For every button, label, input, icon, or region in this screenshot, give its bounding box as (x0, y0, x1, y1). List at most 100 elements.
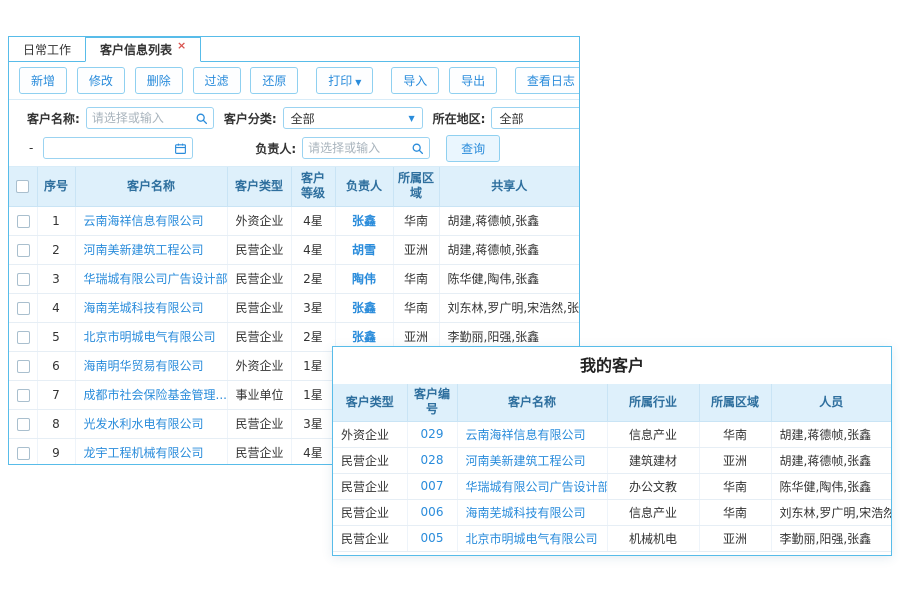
cell-shared: 刘东林,罗广明,宋浩然,张鑫 (439, 293, 579, 322)
cell-code: 005 (407, 525, 457, 551)
search-icon[interactable] (411, 142, 424, 155)
customer-code-link[interactable]: 029 (421, 427, 444, 441)
customer-name-link[interactable]: 龙宇工程机械有限公司 (84, 446, 204, 460)
table-row[interactable]: 外资企业 029 云南海祥信息有限公司 信息产业 华南 胡建,蒋德帧,张鑫 (333, 421, 891, 447)
cell-owner: 张鑫 (335, 206, 393, 235)
col-customer-type[interactable]: 客户类型 (333, 384, 407, 421)
calendar-icon[interactable] (174, 142, 187, 155)
customer-name-link[interactable]: 北京市明城电气有限公司 (84, 330, 216, 344)
col-people[interactable]: 人员 (771, 384, 891, 421)
table-row[interactable]: 民营企业 005 北京市明城电气有限公司 机械机电 亚洲 李勤丽,阳强,张鑫 (333, 525, 891, 551)
table-row[interactable]: 民营企业 006 海南芜城科技有限公司 信息产业 华南 刘东林,罗广明,宋浩然.… (333, 499, 891, 525)
cell-name: 云南海祥信息有限公司 (457, 421, 607, 447)
owner-link[interactable]: 胡雪 (352, 243, 376, 257)
export-button[interactable]: 导出 (449, 67, 497, 94)
cell-name: 华瑞城有限公司广告设计部 (75, 264, 227, 293)
close-icon[interactable]: × (177, 39, 186, 52)
owner-input-wrap (302, 137, 430, 159)
customer-category-select[interactable]: 全部 ▼ (283, 107, 423, 129)
customer-code-link[interactable]: 005 (421, 531, 444, 545)
table-row[interactable]: 民营企业 007 华瑞城有限公司广告设计部 办公文教 华南 陈华健,陶伟,张鑫 (333, 473, 891, 499)
cell-code: 029 (407, 421, 457, 447)
cell-shared: 陈华健,陶伟,张鑫 (439, 264, 579, 293)
customer-name-link[interactable]: 海南芜城科技有限公司 (84, 301, 204, 315)
customer-name-link[interactable]: 华瑞城有限公司广告设计部 (466, 480, 608, 494)
restore-button[interactable]: 还原 (250, 67, 298, 94)
cell-code: 028 (407, 447, 457, 473)
edit-button[interactable]: 修改 (77, 67, 125, 94)
filter-button[interactable]: 过滤 (193, 67, 241, 94)
row-checkbox[interactable] (17, 418, 30, 431)
customer-code-link[interactable]: 006 (421, 505, 444, 519)
col-owner[interactable]: 负责人 (335, 167, 393, 206)
col-customer-level[interactable]: 客户等级 (291, 167, 335, 206)
table-row[interactable]: 3 华瑞城有限公司广告设计部 民营企业 2星 陶伟 华南 陈华健,陶伟,张鑫 (9, 264, 579, 293)
row-checkbox[interactable] (17, 360, 30, 373)
customer-name-link[interactable]: 河南美新建筑工程公司 (84, 243, 204, 257)
row-checkbox[interactable] (17, 273, 30, 286)
view-log-button[interactable]: 查看日志 (515, 67, 580, 94)
customer-code-link[interactable]: 007 (421, 479, 444, 493)
customer-name-link[interactable]: 华瑞城有限公司广告设计部 (84, 272, 228, 286)
crm-page: 日常工作 客户信息列表 × 新增 修改 删除 过滤 还原 打印▼ 导入 导出 查… (0, 0, 900, 600)
owner-link[interactable]: 张鑫 (352, 301, 376, 315)
cell-code: 006 (407, 499, 457, 525)
table-row[interactable]: 1 云南海祥信息有限公司 外资企业 4星 张鑫 华南 胡建,蒋德帧,张鑫 (9, 206, 579, 235)
cell-level: 4星 (291, 438, 335, 465)
cell-industry: 信息产业 (607, 421, 699, 447)
col-region[interactable]: 所属区域 (699, 384, 771, 421)
table-row[interactable]: 2 河南美新建筑工程公司 民营企业 4星 胡雪 亚洲 胡建,蒋德帧,张鑫 (9, 235, 579, 264)
table-row[interactable]: 民营企业 028 河南美新建筑工程公司 建筑建材 亚洲 胡建,蒋德帧,张鑫 (333, 447, 891, 473)
row-checkbox[interactable] (17, 215, 30, 228)
col-customer-type[interactable]: 客户类型 (227, 167, 291, 206)
select-all-checkbox[interactable] (16, 180, 29, 193)
row-checkbox[interactable] (17, 331, 30, 344)
owner-link[interactable]: 陶伟 (352, 272, 376, 286)
cell-type: 民营企业 (227, 235, 291, 264)
print-button[interactable]: 打印▼ (316, 67, 373, 94)
row-checkbox[interactable] (17, 447, 30, 460)
owner-link[interactable]: 张鑫 (352, 330, 376, 344)
delete-button[interactable]: 删除 (135, 67, 183, 94)
cell-no: 7 (37, 380, 75, 409)
col-customer-code[interactable]: 客户编号 (407, 384, 457, 421)
col-customer-name[interactable]: 客户名称 (75, 167, 227, 206)
customer-name-link[interactable]: 海南明华贸易有限公司 (84, 359, 204, 373)
tab-customer-info-list[interactable]: 客户信息列表 × (85, 37, 201, 62)
import-button[interactable]: 导入 (391, 67, 439, 94)
customer-name-link[interactable]: 成都市社会保险基金管理... (84, 388, 227, 402)
owner-link[interactable]: 张鑫 (352, 214, 376, 228)
customer-name-link[interactable]: 河南美新建筑工程公司 (466, 454, 586, 468)
query-button[interactable]: 查询 (446, 135, 500, 162)
col-region[interactable]: 所属区域 (393, 167, 439, 206)
cell-level: 2星 (291, 264, 335, 293)
customer-name-input[interactable] (92, 111, 195, 125)
customer-name-link[interactable]: 云南海祥信息有限公司 (84, 214, 204, 228)
tab-daily-work[interactable]: 日常工作 (9, 37, 85, 61)
cell-level: 4星 (291, 235, 335, 264)
row-checkbox[interactable] (17, 302, 30, 315)
customer-code-link[interactable]: 028 (421, 453, 444, 467)
cell-name: 海南芜城科技有限公司 (75, 293, 227, 322)
checkbox-cell (9, 351, 37, 380)
cell-type: 外资企业 (227, 351, 291, 380)
customer-name-link[interactable]: 云南海祥信息有限公司 (466, 428, 586, 442)
col-shared[interactable]: 共享人 (439, 167, 579, 206)
add-button[interactable]: 新增 (19, 67, 67, 94)
col-no[interactable]: 序号 (37, 167, 75, 206)
date-input[interactable] (49, 141, 174, 155)
row-checkbox[interactable] (17, 389, 30, 402)
row-checkbox[interactable] (17, 244, 30, 257)
customer-name-link[interactable]: 北京市明城电气有限公司 (466, 532, 598, 546)
col-industry[interactable]: 所属行业 (607, 384, 699, 421)
cell-industry: 建筑建材 (607, 447, 699, 473)
search-icon[interactable] (195, 112, 208, 125)
cell-code: 007 (407, 473, 457, 499)
cell-region: 亚洲 (699, 447, 771, 473)
owner-input[interactable] (308, 141, 411, 155)
district-select[interactable]: 全部 ▼ (491, 107, 580, 129)
col-customer-name[interactable]: 客户名称 (457, 384, 607, 421)
table-row[interactable]: 4 海南芜城科技有限公司 民营企业 3星 张鑫 华南 刘东林,罗广明,宋浩然,张… (9, 293, 579, 322)
customer-name-link[interactable]: 光发水利水电有限公司 (84, 417, 204, 431)
customer-name-link[interactable]: 海南芜城科技有限公司 (466, 506, 586, 520)
